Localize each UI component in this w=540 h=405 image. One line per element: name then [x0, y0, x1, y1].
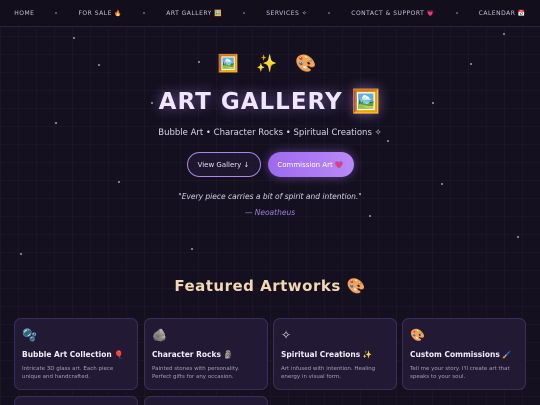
- star: [517, 236, 519, 238]
- featured-heading: Featured Artworks 🎨: [174, 277, 366, 295]
- star: [503, 33, 505, 35]
- page-title: ART GALLERY 🖼️: [158, 89, 382, 115]
- nav-home[interactable]: HOME: [14, 10, 34, 17]
- card-spiritual-creations[interactable]: ✧ Spiritual Creations ✨ Art infused with…: [273, 318, 397, 390]
- star: [387, 140, 389, 142]
- nav-art-gallery[interactable]: ART GALLERY 🖼️: [166, 10, 222, 17]
- top-nav: HOME FOR SALE 🔥 ART GALLERY 🖼️ SERVICES …: [0, 0, 540, 27]
- nav-separator: [55, 12, 58, 14]
- nav-contact-support[interactable]: CONTACT & SUPPORT 💗: [351, 10, 434, 17]
- nav-separator: [143, 12, 146, 14]
- card-title: Bubble Art Collection 🎈: [22, 350, 124, 359]
- hero-icons: 🖼️ ✨ 🎨: [217, 54, 323, 74]
- nav-separator: [243, 12, 246, 14]
- card-title: Spiritual Creations ✨: [281, 350, 373, 359]
- star: [20, 253, 22, 255]
- card-description: Art infused with intention. Healing ener…: [281, 366, 376, 380]
- star: [441, 183, 443, 185]
- star: [55, 122, 57, 124]
- star: [73, 37, 75, 39]
- hero-subtitle: Bubble Art • Character Rocks • Spiritual…: [158, 128, 382, 138]
- hero-quote: "Every piece carries a bit of spirit and…: [178, 192, 362, 201]
- view-gallery-button[interactable]: View Gallery ↓: [186, 152, 261, 177]
- card-description: Tell me your story. I'll create art that…: [410, 366, 510, 380]
- rock-icon: 🪨: [152, 328, 167, 342]
- card-partial[interactable]: [144, 396, 268, 405]
- card-custom-commissions[interactable]: 🎨 Custom Commissions 🖌️ Tell me your sto…: [402, 318, 526, 390]
- bubble-icon: 🫧: [22, 328, 37, 342]
- card-title: Custom Commissions 🖌️: [410, 350, 512, 359]
- nav-calendar[interactable]: CALENDAR 📅: [479, 10, 526, 17]
- star: [118, 181, 120, 183]
- hero-buttons: View Gallery ↓ Commission Art 💗: [0, 152, 540, 177]
- card-partial[interactable]: [14, 396, 138, 405]
- nav-services[interactable]: SERVICES ✧: [266, 10, 307, 17]
- card-description: Intricate 3D glass art. Each piece uniqu…: [22, 366, 114, 380]
- card-character-rocks[interactable]: 🪨 Character Rocks 🗿 Painted stones with …: [144, 318, 268, 390]
- commission-art-button[interactable]: Commission Art 💗: [267, 152, 354, 177]
- card-description: Painted stones with personality. Perfect…: [152, 366, 240, 380]
- sparkle-icon: ✧: [281, 328, 292, 342]
- quote-author: — Neoatheus: [244, 208, 296, 217]
- palette-icon: 🎨: [410, 328, 425, 342]
- card-bubble-art[interactable]: 🫧 Bubble Art Collection 🎈 Intricate 3D g…: [14, 318, 138, 390]
- card-title: Character Rocks 🗿: [152, 350, 233, 359]
- nav-separator: [328, 12, 331, 14]
- nav-separator: [455, 12, 458, 14]
- nav-for-sale[interactable]: FOR SALE 🔥: [78, 10, 122, 17]
- star: [191, 248, 193, 250]
